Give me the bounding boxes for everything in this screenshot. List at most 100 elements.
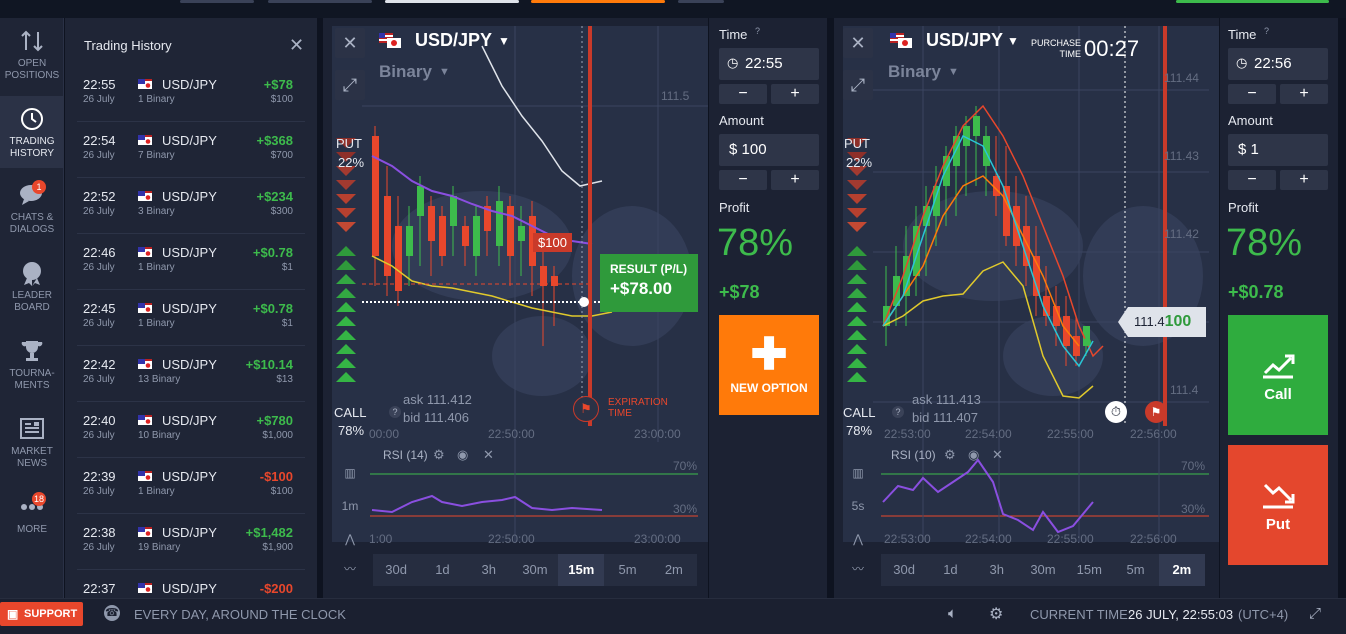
top-tab[interactable]: [180, 0, 254, 3]
draw-tool-icon[interactable]: ⋀: [843, 524, 873, 554]
time-minus-button[interactable]: −: [719, 84, 767, 104]
settings-gear-icon[interactable]: ⚙: [989, 604, 1003, 624]
timeframe-1d[interactable]: 1d: [927, 554, 973, 586]
history-row[interactable]: 22:46 26 July USD/JPY 1 Binary +$0.78 $1: [77, 234, 305, 290]
time-plus-button[interactable]: +: [771, 84, 819, 104]
flag-icon[interactable]: ⚑: [1145, 401, 1167, 423]
top-tab-orange[interactable]: [531, 0, 665, 3]
amount-input[interactable]: $ 100: [719, 134, 819, 166]
top-tab-active[interactable]: [385, 0, 519, 3]
put-button-label: Put: [1265, 516, 1291, 533]
trade-pair: USD/JPY: [162, 245, 217, 260]
gear-icon[interactable]: ⚙: [944, 447, 956, 463]
time-minus-button[interactable]: −: [1228, 84, 1276, 104]
gear-icon[interactable]: ⚙: [433, 447, 445, 463]
trade-pl: +$1,482: [245, 525, 293, 540]
rail-more[interactable]: MORE 18: [0, 492, 64, 544]
close-icon[interactable]: ✕: [992, 447, 1003, 463]
candle-body: [417, 186, 424, 216]
chevron-down-icon[interactable]: ▼: [439, 66, 450, 78]
history-row[interactable]: 22:38 26 July USD/JPY 19 Binary +$1,482 $1,90…: [77, 514, 305, 570]
rail-open-positions[interactable]: OPEN POSITIONS: [0, 28, 64, 96]
profit-percent: 78%: [717, 222, 794, 264]
timeframe-2m[interactable]: 2m: [1158, 554, 1205, 586]
amount-minus-button[interactable]: −: [719, 170, 767, 190]
timeframe-bar: 30d 1d 3h 30m 15m 5m 2m: [881, 554, 1205, 586]
close-icon[interactable]: ✕: [289, 35, 304, 56]
timeframe-30d[interactable]: 30d: [373, 554, 419, 586]
history-row[interactable]: 22:39 26 July USD/JPY 1 Binary -$100 $100: [77, 458, 305, 514]
call-button[interactable]: Call: [1228, 315, 1328, 435]
pair-label[interactable]: USD/JPY: [926, 30, 1003, 51]
indicators-icon[interactable]: 〰: [335, 554, 365, 584]
indicators-icon[interactable]: 〰: [843, 554, 873, 584]
timeframe-5m[interactable]: 5m: [1112, 554, 1158, 586]
amount-minus-button[interactable]: −: [1228, 170, 1276, 190]
expand-icon[interactable]: ⤢: [335, 70, 365, 100]
timeframe-3h[interactable]: 3h: [974, 554, 1020, 586]
history-row[interactable]: 22:52 26 July USD/JPY 3 Binary +$234 $300: [77, 178, 305, 234]
candle-body: [450, 196, 457, 226]
timeframe-3h[interactable]: 3h: [466, 554, 512, 586]
flag-icon[interactable]: ⚑: [573, 396, 599, 422]
top-tab[interactable]: [678, 0, 724, 3]
help-icon[interactable]: ?: [755, 26, 760, 36]
deposit-tab[interactable]: [1176, 0, 1329, 3]
support-button[interactable]: ▣ SUPPORT: [0, 602, 83, 626]
close-chart-icon[interactable]: ✕: [843, 28, 873, 58]
new-option-button[interactable]: ✚ NEW OPTION: [719, 315, 819, 415]
interval-selector[interactable]: 5s: [843, 491, 873, 521]
close-icon[interactable]: ✕: [483, 447, 494, 463]
stopwatch-icon[interactable]: ⏱: [1105, 401, 1127, 423]
help-icon[interactable]: ?: [1264, 26, 1269, 36]
rail-tournaments[interactable]: TOURNA-MENTS: [0, 338, 64, 400]
history-row[interactable]: 22:37 USD/JPY -$200: [77, 570, 305, 598]
amount-plus-button[interactable]: +: [771, 170, 819, 190]
chevron-down-icon[interactable]: ▼: [498, 34, 510, 48]
support-tagline: EVERY DAY, AROUND THE CLOCK: [134, 607, 346, 622]
time-plus-button[interactable]: +: [1280, 84, 1328, 104]
amount-input[interactable]: $ 1: [1228, 134, 1328, 166]
history-row[interactable]: 22:42 26 July USD/JPY 13 Binary +$10.14 $13: [77, 346, 305, 402]
sound-icon[interactable]: 🔈︎: [948, 605, 957, 622]
help-icon[interactable]: ?: [389, 406, 401, 418]
help-icon[interactable]: ?: [892, 406, 904, 418]
app-root: OPEN POSITIONS TRADING HISTORY CHATS & D…: [0, 0, 1346, 634]
history-row[interactable]: 22:40 26 July USD/JPY 10 Binary +$780 $1,000: [77, 402, 305, 458]
mode-label[interactable]: Binary: [379, 62, 432, 82]
amount-plus-button[interactable]: +: [1280, 170, 1328, 190]
timeframe-30d[interactable]: 30d: [881, 554, 927, 586]
candle-body: [462, 226, 469, 246]
timeframe-15m[interactable]: 15m: [1066, 554, 1112, 586]
timeframe-30m[interactable]: 30m: [512, 554, 558, 586]
new-option-label: NEW OPTION: [730, 381, 808, 395]
interval-selector[interactable]: 1m: [335, 491, 365, 521]
top-tab[interactable]: [268, 0, 372, 3]
history-row[interactable]: 22:45 26 July USD/JPY 1 Binary +$0.78 $1: [77, 290, 305, 346]
history-row[interactable]: 22:54 26 July USD/JPY 7 Binary +$368 $700: [77, 122, 305, 178]
mode-label[interactable]: Binary: [888, 62, 941, 82]
eye-icon[interactable]: ◉: [968, 447, 979, 463]
rail-leaderboard[interactable]: LEADER BOARD: [0, 260, 64, 322]
chevron-down-icon[interactable]: ▼: [948, 66, 959, 78]
put-button[interactable]: Put: [1228, 445, 1328, 565]
rail-market-news[interactable]: MARKET NEWS: [0, 416, 64, 478]
draw-tool-icon[interactable]: ⋀: [335, 524, 365, 554]
rail-chats[interactable]: CHATS & DIALOGS 1: [0, 180, 64, 244]
candles-type-icon[interactable]: ▥: [843, 458, 873, 488]
history-row[interactable]: 22:55 26 July USD/JPY 1 Binary +$78 $100: [77, 66, 305, 122]
timeframe-5m[interactable]: 5m: [604, 554, 650, 586]
fullscreen-icon[interactable]: ⤢: [1309, 605, 1321, 622]
timeframe-15m[interactable]: 15m: [558, 554, 605, 586]
eye-icon[interactable]: ◉: [457, 447, 468, 463]
pair-label[interactable]: USD/JPY: [415, 30, 492, 51]
candles-type-icon[interactable]: ▥: [335, 458, 365, 488]
timeframe-2m[interactable]: 2m: [651, 554, 697, 586]
close-chart-icon[interactable]: ✕: [335, 28, 365, 58]
plus-icon: ✚: [750, 330, 788, 379]
timeframe-1d[interactable]: 1d: [419, 554, 465, 586]
timeframe-30m[interactable]: 30m: [1020, 554, 1066, 586]
chevron-down-icon[interactable]: ▼: [1007, 34, 1019, 48]
expand-icon[interactable]: ⤢: [843, 70, 873, 100]
rail-trading-history[interactable]: TRADING HISTORY: [0, 96, 64, 168]
